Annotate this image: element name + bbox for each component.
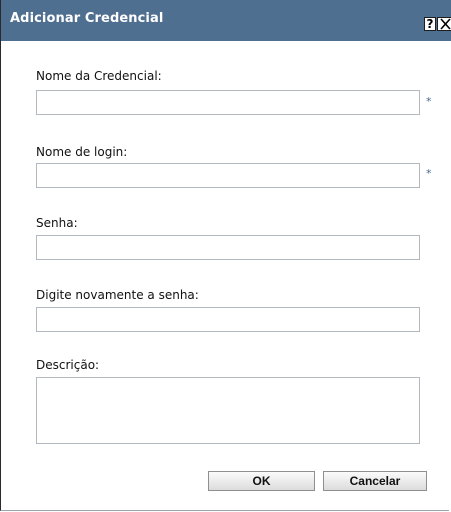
dialog-titlebar: Adicionar Credencial ? bbox=[1, 0, 451, 41]
help-icon[interactable]: ? bbox=[424, 17, 436, 31]
add-credential-dialog: Adicionar Credencial ? Nome da Credencia… bbox=[0, 0, 451, 511]
confirm-password-input[interactable] bbox=[36, 307, 420, 332]
credential-name-label: Nome da Credencial: bbox=[36, 69, 162, 83]
login-name-label: Nome de login: bbox=[36, 145, 128, 159]
required-marker: * bbox=[426, 167, 432, 180]
required-marker: * bbox=[426, 95, 432, 108]
password-label: Senha: bbox=[36, 216, 78, 230]
password-input[interactable] bbox=[36, 235, 420, 260]
close-icon[interactable] bbox=[437, 17, 451, 31]
description-label: Descrição: bbox=[36, 358, 100, 372]
cancel-button[interactable]: Cancelar bbox=[323, 471, 427, 491]
ok-button[interactable]: OK bbox=[208, 471, 315, 491]
description-textarea[interactable] bbox=[36, 377, 420, 444]
confirm-password-label: Digite novamente a senha: bbox=[36, 288, 199, 302]
login-name-input[interactable] bbox=[36, 163, 420, 188]
dialog-title: Adicionar Credencial bbox=[10, 11, 164, 26]
credential-name-input[interactable] bbox=[36, 90, 420, 115]
